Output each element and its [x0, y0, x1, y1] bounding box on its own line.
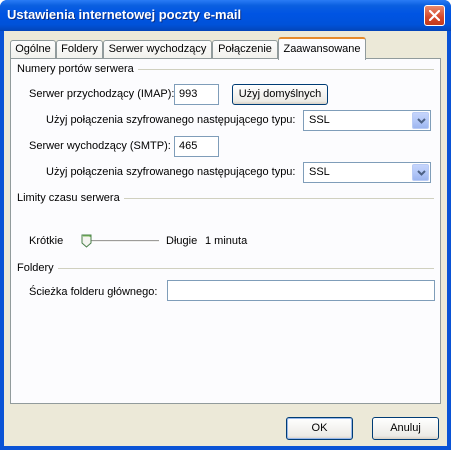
outgoing-port-label: Serwer wychodzący (SMTP): — [29, 140, 171, 152]
outgoing-port-input[interactable]: 465 — [174, 136, 219, 157]
timeout-long-label: Długie — [166, 235, 198, 247]
incoming-encryption-value: SSL — [309, 114, 330, 126]
incoming-port-label: Serwer przychodzący (IMAP): — [29, 88, 175, 100]
root-folder-path-label: Ścieżka folderu głównego: — [29, 286, 158, 298]
ports-section-label: Numery portów serwera — [17, 63, 138, 75]
tab-strip: Ogólne Foldery Serwer wychodzący Połącze… — [10, 37, 440, 60]
outgoing-encryption-select[interactable]: SSL — [303, 162, 431, 183]
dropdown-button[interactable] — [412, 164, 429, 181]
advanced-tab-panel: Numery portów serwera Serwer przychodząc… — [10, 58, 441, 404]
use-defaults-button[interactable]: Użyj domyślnych — [232, 84, 328, 105]
tab-outgoing-server[interactable]: Serwer wychodzący — [103, 40, 212, 59]
dialog-body: Ogólne Foldery Serwer wychodzący Połącze… — [4, 31, 447, 446]
ok-button[interactable]: OK — [286, 417, 353, 440]
encryption-type-label-outgoing: Użyj połączenia szyfrowanego następujące… — [46, 166, 296, 178]
incoming-encryption-select[interactable]: SSL — [303, 110, 431, 131]
tab-connection[interactable]: Połączenie — [212, 40, 278, 59]
timeouts-section-label: Limity czasu serwera — [17, 192, 124, 204]
folders-section-label: Foldery — [17, 262, 58, 274]
chevron-down-icon — [417, 118, 426, 124]
tab-advanced[interactable]: Zaawansowane — [278, 37, 366, 60]
dropdown-button[interactable] — [412, 112, 429, 129]
close-button[interactable] — [424, 5, 445, 26]
window-title: Ustawienia internetowej poczty e-mail — [7, 7, 242, 22]
tab-general[interactable]: Ogólne — [10, 40, 56, 59]
timeout-slider-thumb[interactable] — [81, 234, 92, 248]
outgoing-encryption-value: SSL — [309, 166, 330, 178]
timeout-short-label: Krótkie — [29, 235, 64, 247]
separator — [17, 268, 434, 269]
root-folder-path-input[interactable] — [167, 280, 435, 301]
settings-dialog: Ustawienia internetowej poczty e-mail Og… — [0, 0, 451, 450]
timeout-slider-track[interactable] — [85, 240, 159, 243]
timeout-value-text: 1 minuta — [205, 235, 248, 247]
chevron-down-icon — [417, 170, 426, 176]
close-icon — [429, 10, 440, 21]
title-bar[interactable]: Ustawienia internetowej poczty e-mail — [0, 0, 451, 31]
tab-folders[interactable]: Foldery — [56, 40, 103, 59]
encryption-type-label-incoming: Użyj połączenia szyfrowanego następujące… — [46, 114, 296, 126]
incoming-port-input[interactable]: 993 — [174, 84, 219, 105]
cancel-button[interactable]: Anuluj — [372, 417, 439, 440]
